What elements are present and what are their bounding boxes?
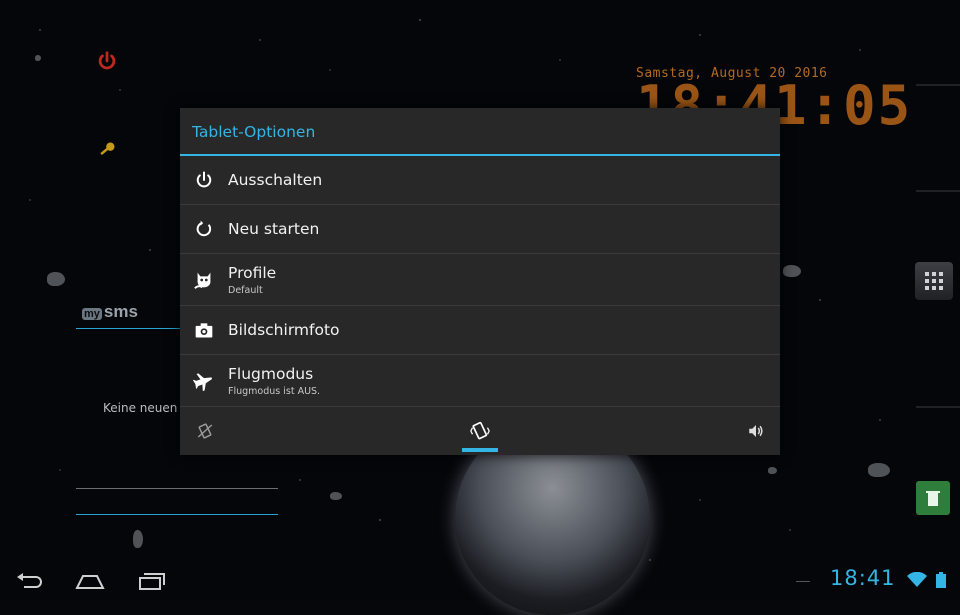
asteroid [868,463,890,477]
recent-apps-icon [139,573,165,590]
profile-icon [193,269,215,291]
trash-button[interactable] [916,481,950,515]
sms-divider [76,488,278,489]
asteroid [133,530,143,548]
asteroid [35,55,41,61]
power-icon [98,51,116,70]
option-airplane-mode[interactable]: Flugmodus Flugmodus ist AUS. [180,355,780,407]
sms-input-field[interactable] [76,514,278,515]
dialog-title: Tablet-Optionen [180,108,780,156]
power-options-dialog: Tablet-Optionen Ausschalten Neu starten [180,108,780,455]
dock-edge [916,84,960,86]
asteroid [783,265,801,277]
sms-empty-text: Keine neuen [103,401,178,415]
asteroid [768,467,777,474]
asteroid [330,492,342,500]
option-screenshot[interactable]: Bildschirmfoto [180,306,780,355]
restart-icon [193,218,215,240]
selected-mode-indicator [462,448,498,452]
silent-mode-button[interactable] [185,407,225,455]
option-label: Profile [228,263,277,282]
power-shortcut[interactable] [96,50,118,78]
sound-mode-row [180,407,780,455]
airplane-icon [193,370,215,392]
dock-edge [916,190,960,192]
sms-logo-text: sms [103,302,138,321]
option-restart[interactable]: Neu starten [180,205,780,254]
system-bar [0,560,960,600]
recent-apps-button[interactable] [134,568,170,594]
option-sublabel: Flugmodus ist AUS. [228,385,321,397]
power-icon [193,169,215,191]
camera-icon [193,319,215,341]
home-button[interactable] [72,568,108,594]
option-power-off[interactable]: Ausschalten [180,156,780,205]
volume-icon [749,425,763,437]
silent-icon [197,423,213,439]
dock-edge [916,406,960,408]
option-label: Ausschalten [228,171,323,189]
trash-icon [926,491,940,506]
wifi-icon [907,571,927,592]
sound-mode-button[interactable] [736,407,776,455]
vibrate-icon [470,421,490,440]
key-icon [100,142,115,156]
battery-icon [936,572,946,592]
all-apps-button[interactable] [915,262,953,300]
option-profile[interactable]: Profile Default [180,254,780,306]
home-icon [75,575,105,589]
key-shortcut[interactable] [97,140,117,166]
back-button[interactable] [12,568,48,594]
option-sublabel: Default [228,284,263,296]
back-icon [17,573,42,588]
status-time[interactable]: 18:41 [830,566,896,590]
status-separator [796,581,810,582]
option-label: Bildschirmfoto [228,321,340,339]
option-label: Flugmodus [228,364,314,383]
option-label: Neu starten [228,220,320,238]
asteroid [47,272,65,286]
sms-logo-my: my [82,308,102,320]
apps-grid-icon [925,272,943,290]
